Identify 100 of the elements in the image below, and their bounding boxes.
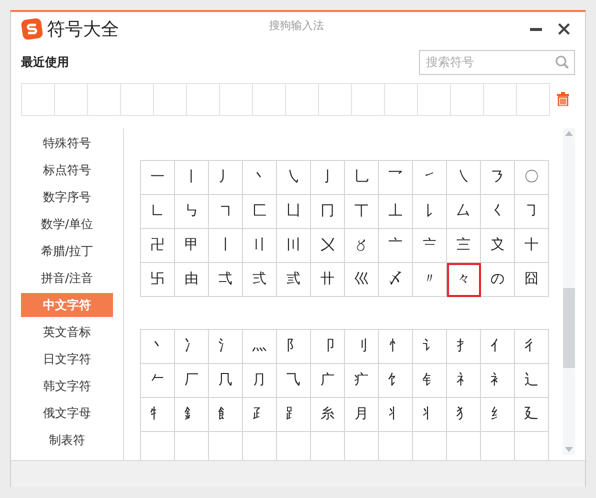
symbol-cell[interactable]: 由 bbox=[175, 262, 209, 296]
symbol-cell[interactable]: 〤 bbox=[311, 228, 345, 262]
symbol-cell[interactable]: 疒 bbox=[345, 364, 379, 398]
sidebar-item[interactable]: 英文音标 bbox=[21, 320, 113, 344]
symbol-cell[interactable]: 冂 bbox=[311, 194, 345, 228]
symbol-cell[interactable]: ⻊ bbox=[277, 398, 311, 432]
symbol-cell[interactable]: 弎 bbox=[277, 262, 311, 296]
symbol-cell[interactable]: 〇 bbox=[515, 160, 549, 194]
scrollbar[interactable] bbox=[563, 128, 575, 454]
symbol-cell[interactable]: ㇏ bbox=[447, 160, 481, 194]
symbol-cell[interactable]: ⺄ bbox=[277, 364, 311, 398]
symbol-cell[interactable]: 钅 bbox=[413, 364, 447, 398]
symbol-cell[interactable]: ㇂ bbox=[277, 160, 311, 194]
recent-slot[interactable] bbox=[22, 84, 55, 116]
symbol-cell[interactable]: 广 bbox=[311, 364, 345, 398]
recent-slot[interactable] bbox=[187, 84, 220, 116]
symbol-cell[interactable]: ㇋ bbox=[481, 160, 515, 194]
symbol-cell[interactable]: 月 bbox=[345, 398, 379, 432]
recent-slot[interactable] bbox=[121, 84, 154, 116]
symbol-cell[interactable]: 弍 bbox=[243, 262, 277, 296]
symbol-cell[interactable]: 〥 bbox=[345, 228, 379, 262]
symbol-cell[interactable]: ㇙ bbox=[413, 194, 447, 228]
sidebar-item[interactable]: 韩文字符 bbox=[21, 374, 113, 398]
recent-slot[interactable] bbox=[517, 84, 550, 116]
recent-slot[interactable] bbox=[451, 84, 484, 116]
symbol-cell[interactable]: 衤 bbox=[481, 364, 515, 398]
recent-slot[interactable] bbox=[385, 84, 418, 116]
symbol-cell[interactable]: 匚 bbox=[243, 194, 277, 228]
search-field[interactable]: 搜索符号 bbox=[419, 50, 575, 74]
symbol-cell[interactable]: ㇆ bbox=[515, 194, 549, 228]
recent-slot[interactable] bbox=[55, 84, 88, 116]
symbol-cell[interactable]: ㇕ bbox=[209, 194, 243, 228]
symbol-cell[interactable]: ⺆ bbox=[243, 364, 277, 398]
symbol-cell[interactable]: ㇗ bbox=[141, 194, 175, 228]
symbol-cell[interactable]: 凵 bbox=[277, 194, 311, 228]
symbol-cell[interactable]: 亅 bbox=[311, 160, 345, 194]
recent-slot[interactable] bbox=[319, 84, 352, 116]
symbol-cell[interactable]: 扌 bbox=[447, 330, 481, 364]
symbol-cell[interactable]: ⺇ bbox=[209, 364, 243, 398]
symbol-cell[interactable]: 卐 bbox=[141, 262, 175, 296]
symbol-cell[interactable]: 氵 bbox=[209, 330, 243, 364]
symbol-cell[interactable]: 阝 bbox=[277, 330, 311, 364]
symbol-cell[interactable]: 糸 bbox=[311, 398, 345, 432]
recent-slot[interactable] bbox=[286, 84, 319, 116]
sidebar-item[interactable]: 俄文字母 bbox=[21, 400, 113, 424]
symbol-cell[interactable]: 刂 bbox=[345, 330, 379, 364]
symbol-cell[interactable]: 𠂉 bbox=[141, 364, 175, 398]
recent-slot[interactable] bbox=[220, 84, 253, 116]
symbol-cell[interactable]: 囧 bbox=[515, 262, 549, 296]
symbol-cell[interactable]: 〣 bbox=[277, 228, 311, 262]
symbol-cell[interactable]: 〦 bbox=[379, 228, 413, 262]
symbol-cell[interactable]: 丅 bbox=[345, 194, 379, 228]
sidebar-item[interactable]: 希腊/拉丁 bbox=[21, 238, 113, 262]
symbol-cell[interactable]: 巛 bbox=[345, 262, 379, 296]
scroll-thumb[interactable] bbox=[563, 288, 575, 368]
symbol-cell[interactable]: 饣 bbox=[379, 364, 413, 398]
symbol-cell[interactable]: 辶 bbox=[515, 364, 549, 398]
recent-slot[interactable] bbox=[154, 84, 187, 116]
recent-slot[interactable] bbox=[418, 84, 451, 116]
symbol-cell[interactable]: 丄 bbox=[379, 194, 413, 228]
symbol-cell[interactable]: 讠 bbox=[413, 330, 447, 364]
symbol-cell[interactable]: 飠 bbox=[209, 398, 243, 432]
symbol-cell[interactable]: ㇛ bbox=[481, 194, 515, 228]
symbol-cell[interactable]: 甲 bbox=[175, 228, 209, 262]
sidebar-item[interactable]: 制表符 bbox=[21, 428, 113, 452]
symbol-cell[interactable]: 一 bbox=[141, 160, 175, 194]
symbol-cell[interactable]: 卄 bbox=[311, 262, 345, 296]
sidebar-item[interactable]: 数学/单位 bbox=[21, 212, 113, 236]
symbol-cell[interactable]: 〃 bbox=[413, 262, 447, 296]
symbol-cell[interactable]: 灬 bbox=[243, 330, 277, 364]
symbol-cell[interactable]: 礻 bbox=[447, 364, 481, 398]
recent-slot[interactable] bbox=[484, 84, 517, 116]
symbol-cell[interactable]: 〢 bbox=[243, 228, 277, 262]
symbol-cell[interactable]: 乛 bbox=[379, 160, 413, 194]
symbol-cell[interactable]: 〩 bbox=[481, 228, 515, 262]
symbol-cell[interactable]: ⺪ bbox=[243, 398, 277, 432]
symbol-cell[interactable]: 弌 bbox=[209, 262, 243, 296]
recent-slot[interactable] bbox=[253, 84, 286, 116]
sidebar-item[interactable]: 数字序号 bbox=[21, 184, 113, 208]
symbol-cell[interactable]: 纟 bbox=[481, 398, 515, 432]
sidebar-item[interactable]: 标点符号 bbox=[21, 158, 113, 182]
symbol-cell[interactable]: 釒 bbox=[175, 398, 209, 432]
symbol-cell[interactable]: 丶 bbox=[141, 330, 175, 364]
recent-slot[interactable] bbox=[352, 84, 385, 116]
symbol-cell[interactable]: 忄 bbox=[379, 330, 413, 364]
symbol-cell[interactable]: 卩 bbox=[311, 330, 345, 364]
symbol-cell[interactable]: 厶 bbox=[447, 194, 481, 228]
symbol-cell[interactable]: 〨 bbox=[447, 228, 481, 262]
symbol-cell[interactable]: 々 bbox=[447, 262, 481, 296]
symbol-cell[interactable]: 十 bbox=[515, 228, 549, 262]
symbol-cell[interactable]: 亻 bbox=[481, 330, 515, 364]
symbol-cell[interactable]: 〧 bbox=[413, 228, 447, 262]
symbol-cell[interactable]: ⺦ bbox=[413, 398, 447, 432]
symbol-cell[interactable]: 厂 bbox=[175, 364, 209, 398]
symbol-cell[interactable]: 牜 bbox=[141, 398, 175, 432]
symbol-cell[interactable]: 乚 bbox=[345, 160, 379, 194]
symbol-cell[interactable]: ㇉ bbox=[175, 194, 209, 228]
sidebar-item[interactable]: 特殊符号 bbox=[21, 130, 113, 154]
symbol-cell[interactable]: 〆 bbox=[379, 262, 413, 296]
symbol-cell[interactable]: 丬 bbox=[379, 398, 413, 432]
